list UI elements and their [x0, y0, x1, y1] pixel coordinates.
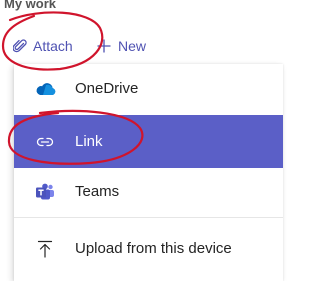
- plus-icon: [96, 38, 112, 54]
- link-icon: [34, 131, 56, 153]
- menu-item-upload[interactable]: Upload from this device: [14, 224, 283, 274]
- attach-button[interactable]: Attach: [13, 34, 73, 58]
- menu-item-onedrive[interactable]: OneDrive: [14, 68, 283, 110]
- menu-item-label: Upload from this device: [75, 240, 232, 257]
- menu-divider: [14, 217, 283, 218]
- upload-icon: [34, 238, 56, 260]
- toolbar: Attach New: [0, 34, 283, 58]
- new-button[interactable]: New: [96, 34, 146, 58]
- menu-item-label: Teams: [75, 183, 120, 200]
- page-title: My work: [4, 0, 57, 11]
- teams-icon: [34, 181, 56, 203]
- attach-label: Attach: [33, 38, 73, 54]
- menu-item-teams[interactable]: Teams: [14, 171, 283, 213]
- attach-menu: OneDrive Link Teams Upload from this dev…: [14, 64, 283, 281]
- menu-item-link[interactable]: Link: [14, 115, 283, 168]
- menu-item-label: Link: [75, 132, 103, 150]
- paperclip-icon: [13, 38, 27, 54]
- new-label: New: [118, 38, 147, 54]
- menu-item-label: OneDrive: [75, 80, 139, 97]
- onedrive-cloud-icon: [34, 78, 56, 100]
